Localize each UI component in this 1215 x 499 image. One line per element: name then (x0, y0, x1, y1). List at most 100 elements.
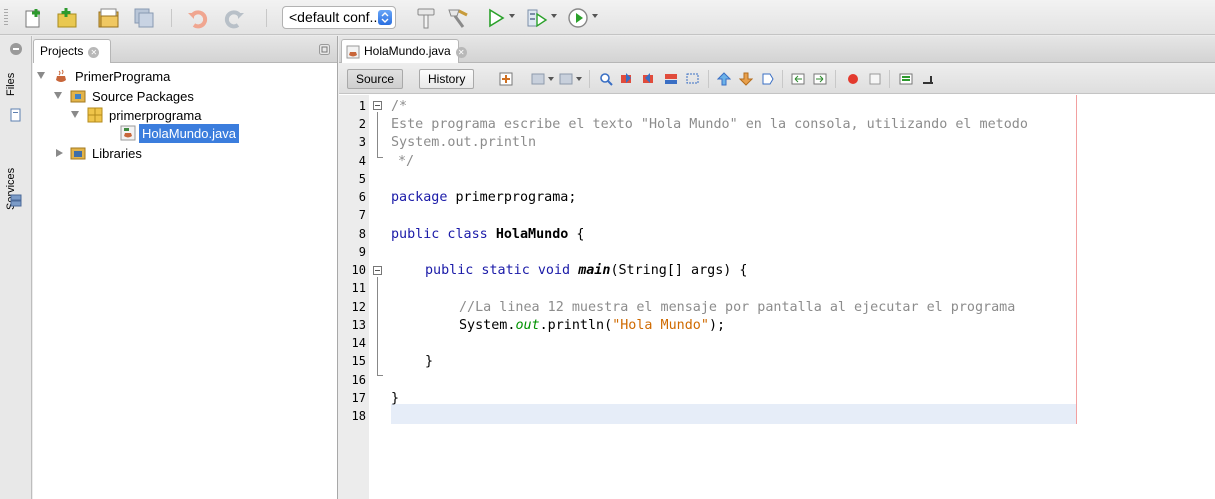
fold-gutter (369, 95, 385, 499)
close-icon[interactable]: ✕ (88, 47, 100, 58)
chevron-updown-icon (378, 10, 392, 25)
line-number: 1 (358, 99, 366, 113)
package-icon (87, 107, 103, 123)
expand-arrow-icon[interactable] (71, 111, 79, 118)
previous-bookmark-icon[interactable] (717, 72, 731, 86)
tab-projects-label: Projects (40, 44, 84, 58)
collapse-arrow-icon[interactable] (56, 149, 63, 157)
code-token: primerprograma; (447, 190, 577, 205)
tree-item-source-packages[interactable]: Source Packages (92, 87, 194, 106)
maximize-panel-icon[interactable] (319, 44, 330, 55)
method-name-token: main (578, 263, 611, 278)
line-number: 9 (358, 245, 366, 259)
clean-build-icon[interactable] (446, 6, 470, 30)
expand-arrow-icon[interactable] (54, 92, 62, 99)
build-icon[interactable] (414, 6, 438, 30)
string-token: "Hola Mundo" (612, 318, 709, 333)
fold-icon[interactable] (373, 266, 382, 275)
class-name-token: HolaMundo (495, 227, 569, 242)
open-project-icon[interactable] (97, 6, 121, 30)
forward-dropdown-arrow[interactable] (576, 77, 582, 81)
line-number-gutter: 1 2 3 4 5 6 7 8 9 10 11 12 13 14 15 16 1… (339, 95, 369, 499)
redo-icon[interactable] (222, 6, 246, 30)
toolbar-grip (4, 9, 8, 27)
toggle-bookmark-icon[interactable] (761, 72, 775, 86)
files-tab[interactable]: Files (5, 64, 25, 104)
source-button[interactable]: Source (347, 69, 404, 89)
keyword-token: package (391, 190, 448, 205)
last-edit-icon[interactable] (499, 72, 513, 86)
tree-item-file[interactable]: HolaMundo.java (139, 124, 239, 143)
back-icon[interactable] (531, 72, 545, 86)
new-file-icon[interactable] (22, 6, 46, 30)
configuration-select[interactable]: <default conf... (282, 6, 396, 29)
line-number: 17 (351, 391, 366, 405)
start-macro-icon[interactable] (846, 72, 860, 86)
code-line-4: */ (398, 154, 415, 169)
main-toolbar: <default conf... (0, 0, 1215, 35)
find-selection-icon[interactable] (599, 72, 613, 86)
code-line-1: /* (391, 99, 408, 114)
line-number: 16 (351, 373, 366, 387)
code-line-8: public class HolaMundo { (391, 225, 585, 244)
line-number: 14 (351, 336, 366, 350)
next-bookmark-icon[interactable] (739, 72, 753, 86)
tree-item-package-label: primerprograma (109, 108, 202, 123)
shift-right-icon[interactable] (813, 72, 827, 86)
code-area[interactable]: /* Este programa escribe el texto "Hola … (391, 95, 1215, 499)
code-token: .println( (539, 318, 613, 333)
run-icon[interactable] (484, 6, 508, 30)
code-token: { (568, 227, 585, 242)
debug-dropdown-arrow[interactable] (551, 14, 557, 18)
expand-arrow-icon[interactable] (37, 72, 45, 79)
run-dropdown-arrow[interactable] (509, 14, 515, 18)
undo-icon[interactable] (186, 6, 210, 30)
side-window-strip: Files Services (0, 36, 32, 499)
configuration-select-value: <default conf... (289, 9, 382, 25)
rect-selection-icon[interactable] (686, 72, 700, 86)
close-icon[interactable]: ✕ (455, 47, 467, 58)
find-previous-icon[interactable] (620, 72, 634, 86)
toggle-highlight-icon[interactable] (664, 72, 678, 86)
fold-icon[interactable] (373, 101, 382, 110)
shift-left-icon[interactable] (791, 72, 805, 86)
java-file-icon (346, 45, 360, 59)
forward-icon[interactable] (559, 72, 573, 86)
projects-panel-header: Projects ✕ (33, 36, 337, 63)
code-line-10: public static void main(String[] args) { (425, 261, 748, 280)
line-number: 18 (351, 409, 366, 423)
back-dropdown-arrow[interactable] (548, 77, 554, 81)
comment-icon[interactable] (899, 72, 913, 86)
services-tab[interactable]: Services (5, 154, 25, 224)
uncomment-icon[interactable] (921, 72, 935, 86)
libraries-icon (70, 147, 86, 160)
profile-dropdown-arrow[interactable] (592, 14, 598, 18)
line-number: 7 (358, 208, 366, 222)
history-button-label: History (428, 72, 466, 86)
line-number: 10 (351, 263, 366, 277)
source-packages-icon (70, 90, 86, 103)
tree-item-package[interactable]: primerprograma (109, 106, 201, 125)
code-token: System. (459, 318, 516, 333)
code-line-13: System.out.println("Hola Mundo"); (459, 316, 725, 335)
history-button[interactable]: History (419, 69, 475, 89)
tab-holamundo-label: HolaMundo.java (364, 44, 451, 58)
stop-macro-icon[interactable] (868, 72, 882, 86)
tab-holamundo-java[interactable]: HolaMundo.java ✕ (341, 39, 467, 63)
new-project-icon[interactable] (55, 6, 79, 30)
tree-item-libraries[interactable]: Libraries (92, 144, 142, 163)
find-next-icon[interactable] (642, 72, 656, 86)
profile-icon[interactable] (566, 6, 590, 30)
code-line-15: } (425, 354, 434, 369)
tab-projects[interactable]: Projects ✕ (33, 39, 111, 63)
code-line-2: Este programa escribe el texto "Hola Mun… (391, 117, 1028, 132)
minimize-group-icon[interactable] (9, 42, 23, 56)
save-all-icon[interactable] (132, 6, 156, 30)
services-icon (10, 194, 22, 207)
tree-item-project[interactable]: PrimerPrograma (75, 67, 170, 86)
debug-icon[interactable] (525, 6, 549, 30)
files-icon (10, 108, 21, 122)
line-number: 8 (358, 227, 366, 241)
editor-toolbar: Source History (339, 63, 1215, 94)
tree-item-file-label: HolaMundo.java (142, 126, 236, 141)
